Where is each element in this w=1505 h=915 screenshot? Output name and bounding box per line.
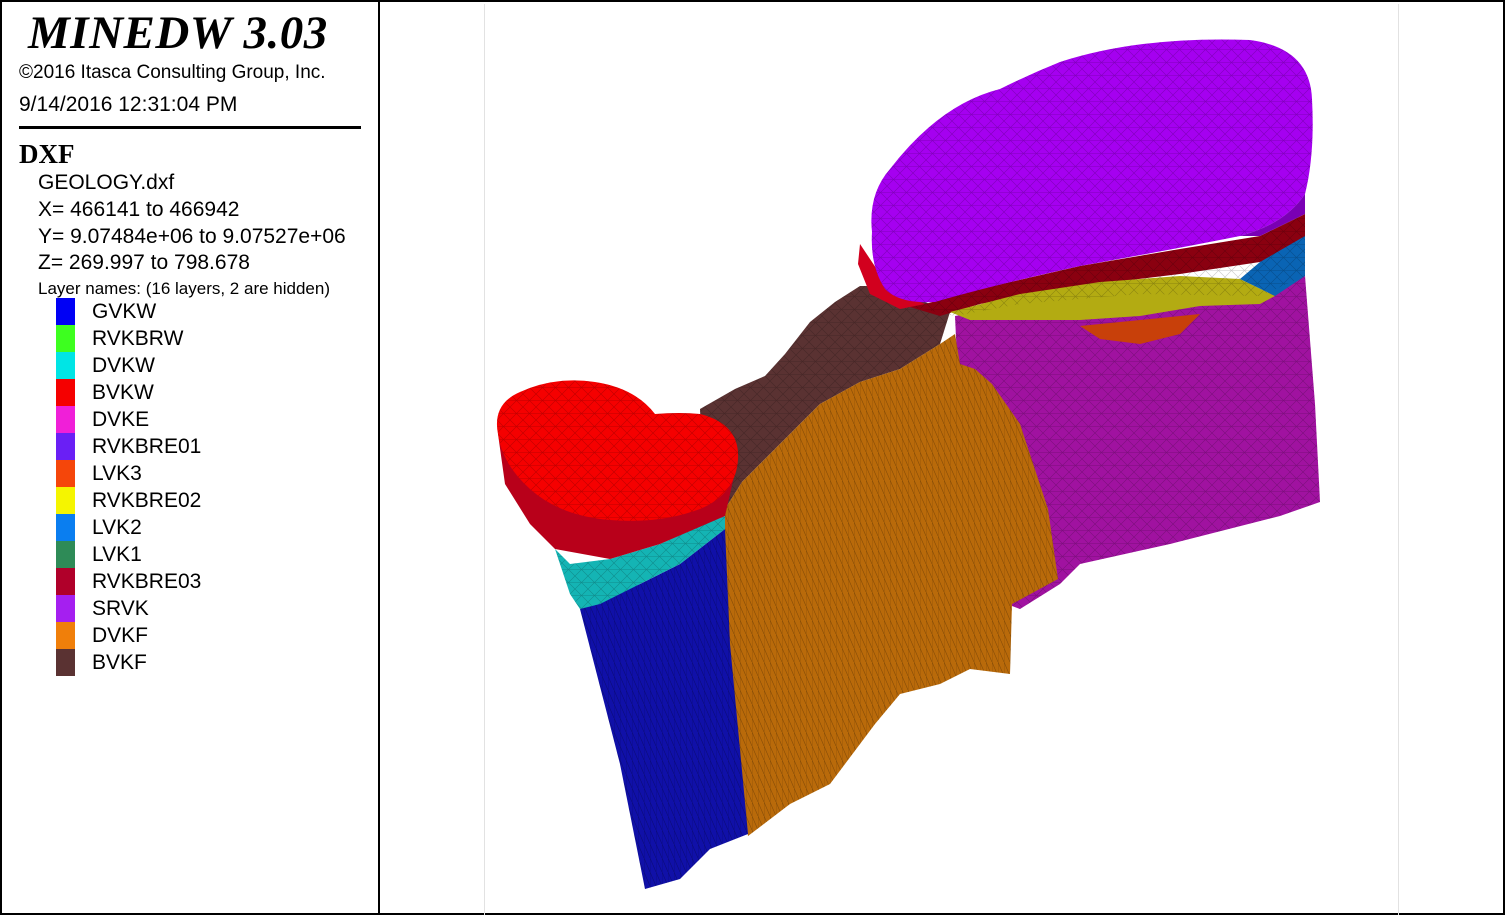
layer-swatch	[56, 379, 75, 406]
layer-swatch	[56, 487, 75, 514]
timestamp: 9/14/2016 12:31:04 PM	[19, 93, 238, 116]
dxf-section-title: DXF	[19, 139, 75, 169]
layer-swatch	[56, 514, 75, 541]
geology-model-render[interactable]	[380, 4, 1505, 915]
layer-swatch	[56, 298, 75, 325]
layer-swatch	[56, 595, 75, 622]
layer-label: DVKE	[92, 408, 150, 431]
layer-label: LVK1	[92, 543, 142, 566]
display-frame: MINEDW 3.03 ©2016 Itasca Consulting Grou…	[0, 0, 1505, 915]
layer-swatch	[56, 568, 75, 595]
layer-swatch	[56, 622, 75, 649]
layer-label: RVKBRE02	[92, 489, 202, 512]
legend-panel: MINEDW 3.03 ©2016 Itasca Consulting Grou…	[2, 2, 380, 913]
layer-swatch	[56, 649, 75, 676]
dxf-filename: GEOLOGY.dxf	[38, 171, 175, 194]
layer-swatch	[56, 352, 75, 379]
layer-swatch	[56, 433, 75, 460]
layer-label: RVKBRE03	[92, 570, 202, 593]
layer-swatch	[56, 460, 75, 487]
divider	[19, 126, 361, 129]
layer-label: RVKBRW	[92, 327, 184, 350]
3d-viewport[interactable]	[380, 4, 1505, 915]
layer-label: LVK2	[92, 516, 142, 539]
x-range: X= 466141 to 466942	[38, 198, 240, 221]
layer-label: RVKBRE01	[92, 435, 202, 458]
layer-label: DVKW	[92, 354, 155, 377]
layer-label: GVKW	[92, 300, 157, 323]
copyright-text: ©2016 Itasca Consulting Group, Inc.	[19, 62, 326, 83]
layer-label: LVK3	[92, 462, 142, 485]
layer-swatch	[56, 541, 75, 568]
layer-label: DVKF	[92, 624, 149, 647]
layer-label: BVKW	[92, 381, 154, 404]
layer-label: SRVK	[92, 597, 149, 620]
layer-swatch	[56, 325, 75, 352]
layer-swatch	[56, 406, 75, 433]
z-range: Z= 269.997 to 798.678	[38, 251, 250, 274]
layer-label: BVKF	[92, 651, 147, 674]
layer-count-note: Layer names: (16 layers, 2 are hidden)	[38, 279, 330, 298]
y-range: Y= 9.07484e+06 to 9.07527e+06	[38, 225, 346, 248]
app-title: MINEDW 3.03	[28, 7, 328, 59]
